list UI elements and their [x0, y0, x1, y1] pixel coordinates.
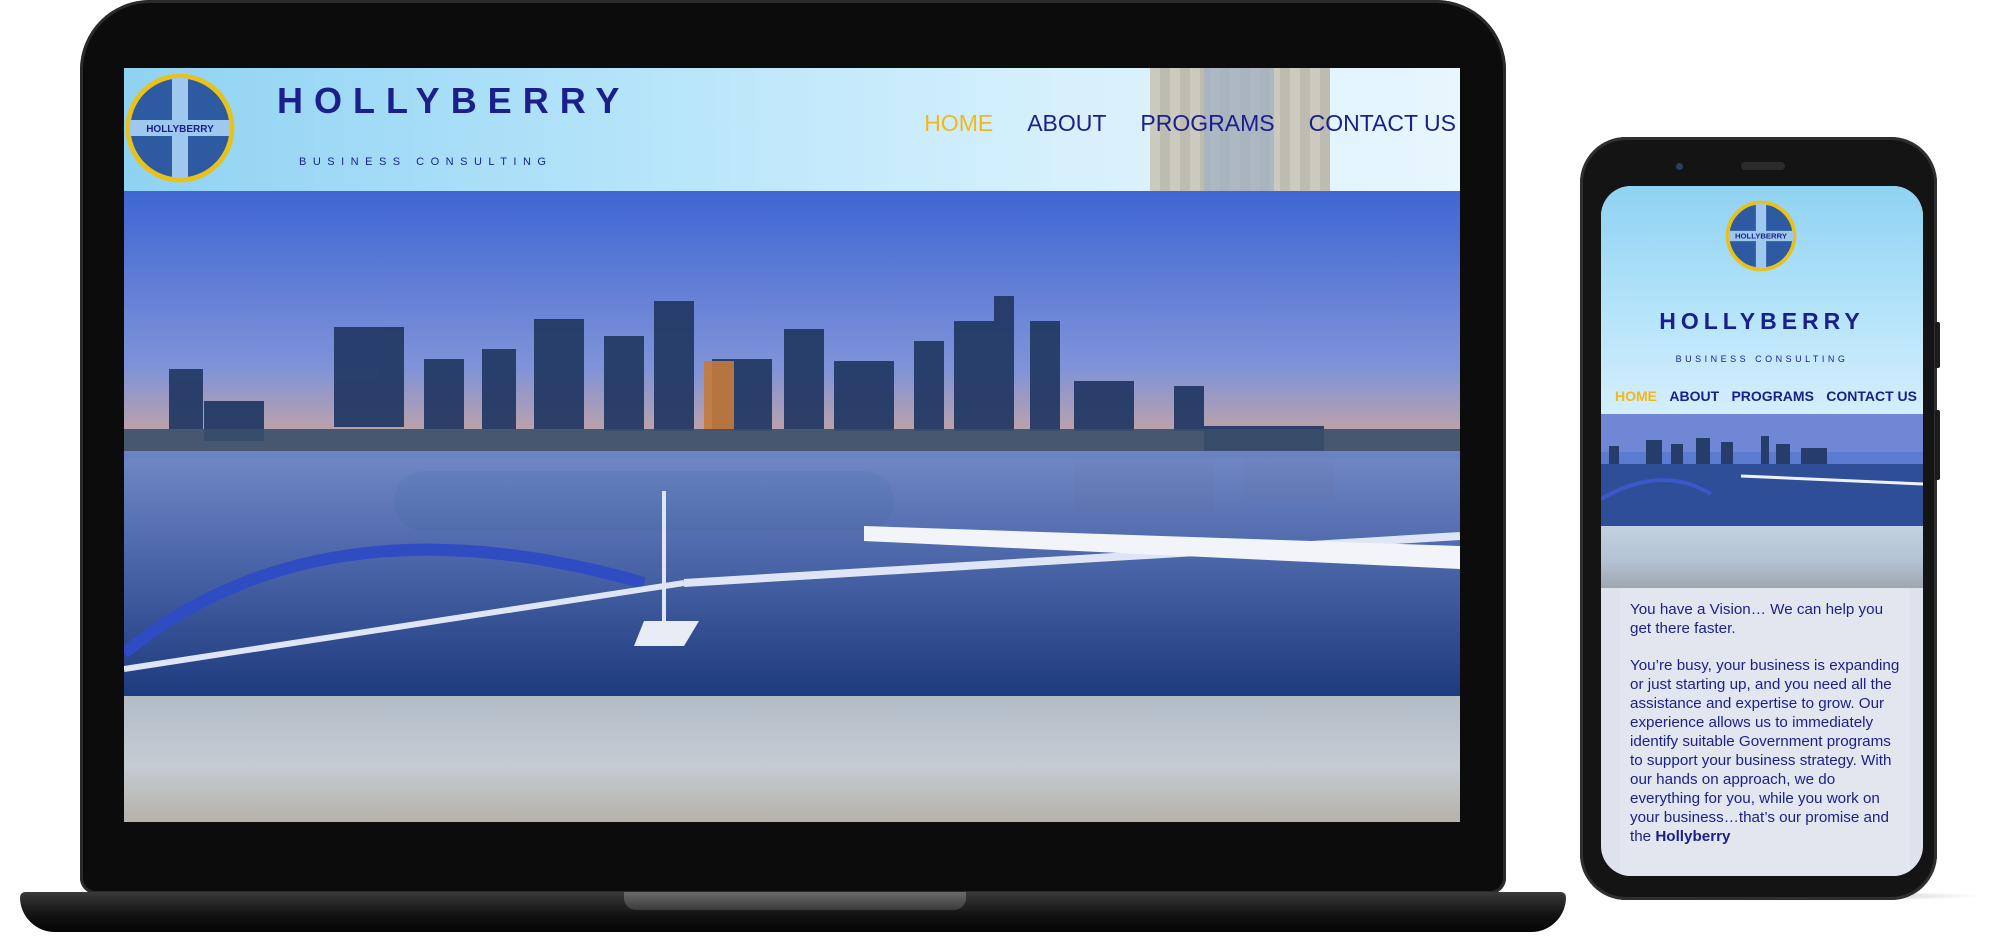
intro-paragraph: You have a Vision… We can help you get t…	[1630, 601, 1884, 637]
phone-speaker	[1741, 162, 1785, 170]
mobile-logo-badge[interactable]: HOLLYBERRY	[1725, 200, 1797, 272]
laptop-screen: HOLLYBERRY HOLLYBERRY BUSINESS CONSULTIN…	[124, 68, 1460, 822]
phone-volume-button	[1935, 322, 1940, 368]
laptop-hinge-notch	[624, 892, 966, 910]
body-paragraph: You’re busy, your business is expanding …	[1620, 656, 1910, 846]
phone-screen: HOLLYBERRY HOLLYBERRY BUSINESS CONSULTIN…	[1601, 186, 1923, 876]
mobile-intro-card: You have a Vision… We can help you get t…	[1620, 588, 1910, 876]
camera-icon	[1676, 163, 1683, 170]
nav-contact-link[interactable]: CONTACT US	[1309, 110, 1456, 137]
mobile-brand-name[interactable]: HOLLYBERRY	[1601, 308, 1923, 335]
main-nav: HOME ABOUT PROGRAMS CONTACT US	[924, 110, 1456, 137]
phone-power-button	[1935, 410, 1940, 480]
mobile-background-photo	[1601, 526, 1923, 588]
hero-lower-river-image	[124, 696, 1460, 822]
site-tagline: BUSINESS CONSULTING	[299, 156, 553, 168]
site-brand-name[interactable]: HOLLYBERRY	[277, 80, 619, 122]
mobile-nav-contact-link[interactable]: CONTACT US	[1826, 388, 1917, 404]
logo-text: HOLLYBERRY	[146, 124, 214, 135]
body-paragraph-text: You’re busy, your business is expanding …	[1630, 657, 1900, 845]
nav-about-link[interactable]: ABOUT	[1027, 110, 1106, 137]
mobile-hero-skyline-image	[1601, 414, 1923, 526]
nav-home-link[interactable]: HOME	[924, 110, 993, 137]
mobile-nav: HOME ABOUT PROGRAMS CONTACT US	[1615, 388, 1917, 404]
body-paragraph-brand: Hollyberry	[1655, 828, 1731, 845]
site-header: HOLLYBERRY HOLLYBERRY BUSINESS CONSULTIN…	[124, 68, 1460, 191]
mobile-tagline: BUSINESS CONSULTING	[1675, 354, 1849, 364]
logo-badge[interactable]: HOLLYBERRY	[124, 72, 236, 184]
mobile-logo-text: HOLLYBERRY	[1735, 232, 1788, 241]
mobile-nav-home-link[interactable]: HOME	[1615, 388, 1657, 404]
mobile-nav-programs-link[interactable]: PROGRAMS	[1731, 388, 1813, 404]
nav-programs-link[interactable]: PROGRAMS	[1140, 110, 1274, 137]
mobile-site-header: HOLLYBERRY HOLLYBERRY BUSINESS CONSULTIN…	[1601, 186, 1923, 414]
hero-city-skyline-image	[124, 191, 1460, 696]
mobile-nav-about-link[interactable]: ABOUT	[1669, 388, 1719, 404]
